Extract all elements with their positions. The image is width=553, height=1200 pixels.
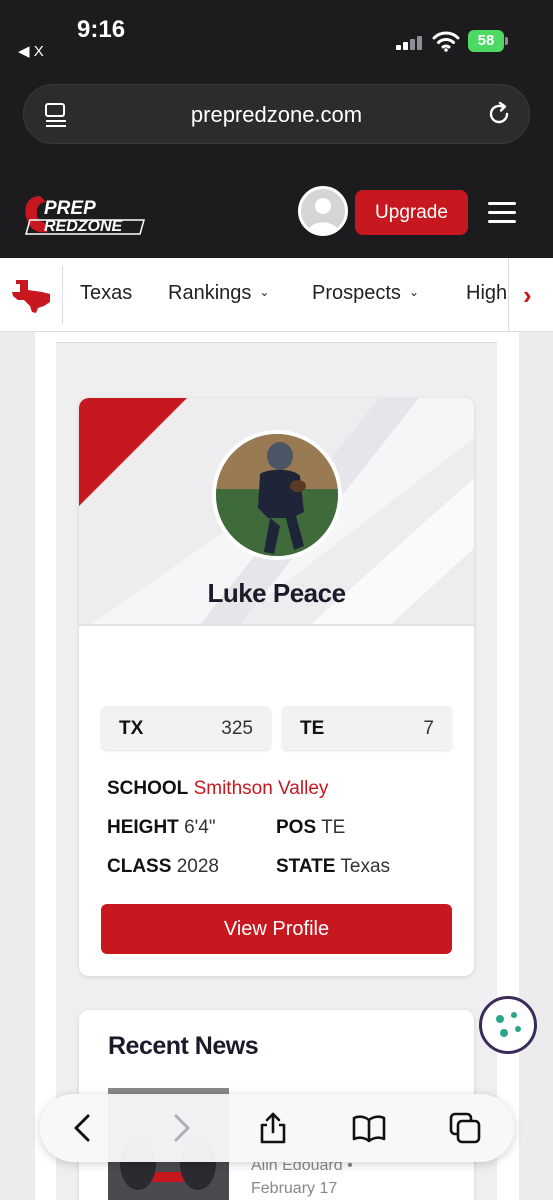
- browser-toolbar: [40, 1094, 514, 1162]
- chevron-down-icon: ⌄: [259, 285, 270, 299]
- back-to-app-link[interactable]: ◀ X: [18, 42, 44, 60]
- state-row: STATE Texas: [276, 856, 391, 877]
- position-rank-label: TE: [300, 718, 325, 739]
- nav-scroll-right-button[interactable]: ›: [508, 258, 553, 331]
- texas-state-icon[interactable]: [10, 276, 52, 314]
- share-icon[interactable]: [256, 1111, 290, 1145]
- school-row: SCHOOL Smithson Valley: [107, 778, 329, 799]
- battery-level: 58: [477, 32, 495, 49]
- wifi-icon: [432, 31, 460, 52]
- svg-text:PREP: PREP: [44, 198, 96, 219]
- player-photo: [212, 430, 342, 560]
- nav-item-prospects[interactable]: Prospects ⌄: [312, 282, 419, 305]
- height-row: HEIGHT 6'4": [107, 817, 216, 838]
- view-profile-button[interactable]: View Profile: [101, 904, 452, 954]
- status-bar: 9:16 ◀ X 58: [0, 0, 553, 72]
- school-link[interactable]: Smithson Valley: [194, 778, 329, 799]
- back-arrow-icon[interactable]: [66, 1111, 100, 1145]
- browser-address-area: prepredzone.com: [0, 72, 553, 162]
- position-rank-badge[interactable]: TE 7: [282, 706, 452, 750]
- status-time: 9:16: [77, 16, 126, 43]
- user-avatar[interactable]: [298, 186, 348, 236]
- state-rank-value: 325: [221, 718, 253, 739]
- nav-item-rankings[interactable]: Rankings ⌄: [168, 282, 269, 305]
- reload-icon[interactable]: [486, 101, 512, 127]
- cellular-signal-icon: [396, 36, 424, 50]
- recent-news-title: Recent News: [108, 1032, 259, 1060]
- cookie-settings-icon[interactable]: [479, 996, 537, 1054]
- state-nav-bar: Texas Rankings ⌄ Prospects ⌄ High ›: [0, 258, 553, 332]
- nav-item-texas[interactable]: Texas: [80, 282, 132, 305]
- site-header: PREP REDZONE Upgrade: [0, 162, 553, 258]
- chevron-right-icon: ›: [523, 280, 532, 310]
- battery-icon: 58: [468, 30, 508, 52]
- position-row: POS TE: [276, 817, 346, 838]
- position-rank-value: 7: [423, 718, 434, 739]
- player-card: Luke Peace TX 325 TE 7 SCHOOL Smithson V…: [79, 398, 474, 976]
- prep-redzone-logo[interactable]: PREP REDZONE: [22, 192, 148, 236]
- forward-arrow-icon[interactable]: [164, 1111, 198, 1145]
- chevron-down-icon: ⌄: [408, 285, 419, 299]
- upgrade-button[interactable]: Upgrade: [355, 190, 468, 235]
- bookmarks-icon[interactable]: [352, 1111, 386, 1145]
- news-date: February 17: [251, 1180, 338, 1197]
- hamburger-menu-icon[interactable]: [488, 202, 516, 224]
- state-rank-badge[interactable]: TX 325: [101, 706, 271, 750]
- svg-text:REDZONE: REDZONE: [44, 218, 124, 235]
- tabs-icon[interactable]: [448, 1111, 482, 1145]
- player-card-header: Luke Peace: [79, 398, 474, 626]
- url-text: prepredzone.com: [190, 102, 363, 127]
- state-rank-label: TX: [119, 718, 144, 739]
- address-bar[interactable]: prepredzone.com: [23, 84, 530, 144]
- nav-item-high[interactable]: High: [466, 282, 507, 305]
- class-row: CLASS 2028: [107, 856, 219, 877]
- player-name: Luke Peace: [207, 578, 346, 608]
